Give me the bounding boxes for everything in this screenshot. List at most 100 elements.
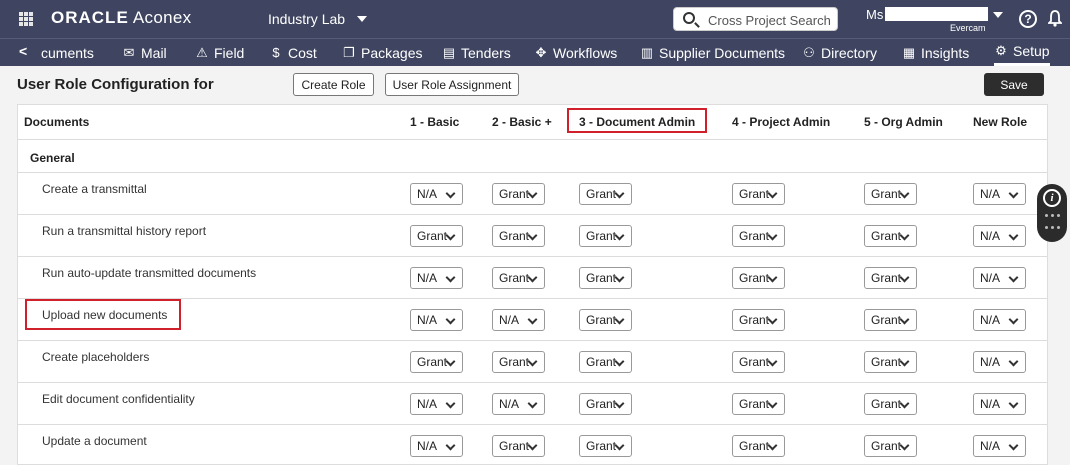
permission-select[interactable]: Grant (864, 267, 917, 289)
insights-icon: ▦ (902, 44, 916, 60)
permission-select[interactable]: Grant (732, 267, 785, 289)
permission-select[interactable]: Grant (732, 183, 785, 205)
nav-tenders[interactable]: ▤ Tenders (442, 39, 511, 66)
nav-packages[interactable]: ❐ Packages (342, 39, 422, 66)
permission-select[interactable]: N/A (973, 183, 1026, 205)
permission-select[interactable]: Grant (732, 393, 785, 415)
column-header: New Role (973, 115, 1028, 129)
table-row: Run auto-update transmitted documents N/… (18, 257, 1047, 299)
search-placeholder: Cross Project Search (708, 13, 831, 28)
module-nav: < cuments ✉ Mail ⚠ Field $ Cost ❐ Packages ▤… (0, 38, 1070, 66)
permission-select[interactable]: Grant (864, 183, 917, 205)
group-title: General (30, 151, 75, 165)
user-org: Evercam (950, 23, 986, 33)
group-row: General (18, 140, 1047, 173)
permissions-table: Documents 1 - Basic 2 - Basic + 3 - Docu… (17, 104, 1048, 465)
permission-select[interactable]: Grant (410, 225, 463, 247)
permission-label: Edit document confidentiality (42, 392, 195, 406)
permission-select[interactable]: Grant (492, 267, 545, 289)
permission-select[interactable]: N/A (973, 267, 1026, 289)
help-icon[interactable]: ? (1019, 10, 1037, 28)
permission-select[interactable]: N/A (973, 309, 1026, 331)
floating-help-widget[interactable]: i (1037, 184, 1067, 242)
permission-label: Update a document (42, 434, 147, 448)
permission-select[interactable]: N/A (410, 309, 463, 331)
permission-select[interactable]: Grant (492, 183, 545, 205)
permission-select[interactable]: N/A (973, 435, 1026, 457)
nav-insights[interactable]: ▦ Insights (902, 39, 969, 66)
permission-select[interactable]: Grant (579, 435, 632, 457)
column-header: 4 - Project Admin (732, 115, 831, 129)
nav-mail[interactable]: ✉ Mail (122, 39, 167, 66)
permission-select[interactable]: N/A (410, 183, 463, 205)
mail-icon: ✉ (123, 44, 135, 60)
permission-label: Run auto-update transmitted documents (42, 266, 257, 280)
table-row: Update a document N/A Grant Grant Grant … (18, 425, 1047, 464)
permission-select[interactable]: Grant (732, 225, 785, 247)
save-button[interactable]: Save (984, 73, 1044, 96)
app-grid-icon[interactable] (19, 12, 33, 26)
permission-select[interactable]: N/A (973, 351, 1026, 373)
user-menu-chevron-icon[interactable] (993, 12, 1003, 18)
permission-select[interactable]: Grant (579, 309, 632, 331)
permission-select[interactable]: Grant (864, 351, 917, 373)
permission-select[interactable]: Grant (579, 225, 632, 247)
field-icon: ⚠ (196, 44, 208, 60)
permission-select[interactable]: N/A (410, 435, 463, 457)
nav-documents[interactable]: cuments (41, 39, 94, 66)
permission-select[interactable]: Grant (732, 351, 785, 373)
permission-select[interactable]: Grant (579, 351, 632, 373)
nav-workflows[interactable]: ✥ Workflows (534, 39, 618, 66)
nav-scroll-left-icon[interactable]: < (19, 43, 27, 59)
permission-select[interactable]: N/A (973, 225, 1026, 247)
permission-select[interactable]: Grant (579, 393, 632, 415)
user-name-redacted[interactable] (885, 7, 988, 21)
permission-label: Create a transmittal (42, 182, 147, 196)
create-role-button[interactable]: Create Role (293, 73, 374, 96)
highlight-upload-new-documents (25, 299, 181, 330)
permission-select[interactable]: N/A (492, 393, 545, 415)
user-role-assignment-button[interactable]: User Role Assignment (385, 73, 519, 96)
info-icon[interactable]: i (1043, 189, 1061, 207)
permission-select[interactable]: Grant (732, 435, 785, 457)
table-row: Edit document confidentiality N/A N/A Gr… (18, 383, 1047, 425)
permission-label: Run a transmittal history report (42, 224, 207, 238)
permission-label: Create placeholders (42, 350, 150, 364)
directory-icon: ⚇ (803, 44, 815, 60)
supplier-documents-icon: ▥ (640, 44, 654, 60)
permission-select[interactable]: Grant (864, 309, 917, 331)
table-row: Create placeholders Grant Grant Grant Gr… (18, 341, 1047, 383)
permission-select[interactable]: Grant (579, 267, 632, 289)
permission-select[interactable]: N/A (410, 267, 463, 289)
nav-field[interactable]: ⚠ Field (195, 39, 244, 66)
column-header: 5 - Org Admin (864, 115, 943, 129)
permission-select[interactable]: Grant (732, 309, 785, 331)
user-salutation[interactable]: Ms (866, 7, 883, 22)
permission-select[interactable]: Grant (492, 225, 545, 247)
drag-handle-icon[interactable] (1044, 214, 1060, 234)
nav-directory[interactable]: ⚇ Directory (802, 39, 877, 66)
permission-select[interactable]: Grant (864, 225, 917, 247)
column-header: 1 - Basic (410, 115, 460, 129)
project-selector[interactable]: Industry Lab (268, 11, 345, 27)
search-input[interactable]: Cross Project Search (673, 7, 838, 31)
permission-select[interactable]: Grant (579, 183, 632, 205)
nav-setup[interactable]: ⚙ Setup (994, 39, 1050, 66)
chevron-down-icon[interactable] (357, 16, 367, 22)
nav-cost[interactable]: $ Cost (269, 39, 316, 66)
permission-select[interactable]: N/A (410, 393, 463, 415)
permission-select[interactable]: N/A (492, 309, 545, 331)
permission-select[interactable]: Grant (410, 351, 463, 373)
workflows-icon: ✥ (535, 44, 547, 60)
permission-select[interactable]: N/A (973, 393, 1026, 415)
permission-select[interactable]: Grant (864, 435, 917, 457)
gear-icon: ⚙ (995, 43, 1007, 58)
nav-supplier-documents[interactable]: ▥ Supplier Documents (640, 39, 785, 66)
bell-icon[interactable] (1048, 10, 1062, 27)
permission-select[interactable]: Grant (492, 351, 545, 373)
table-row: Run a transmittal history report Grant G… (18, 215, 1047, 257)
permission-select[interactable]: Grant (492, 435, 545, 457)
permission-select[interactable]: Grant (864, 393, 917, 415)
logo: ORACLE Aconex (51, 8, 192, 27)
page-title: User Role Configuration for (17, 76, 214, 93)
